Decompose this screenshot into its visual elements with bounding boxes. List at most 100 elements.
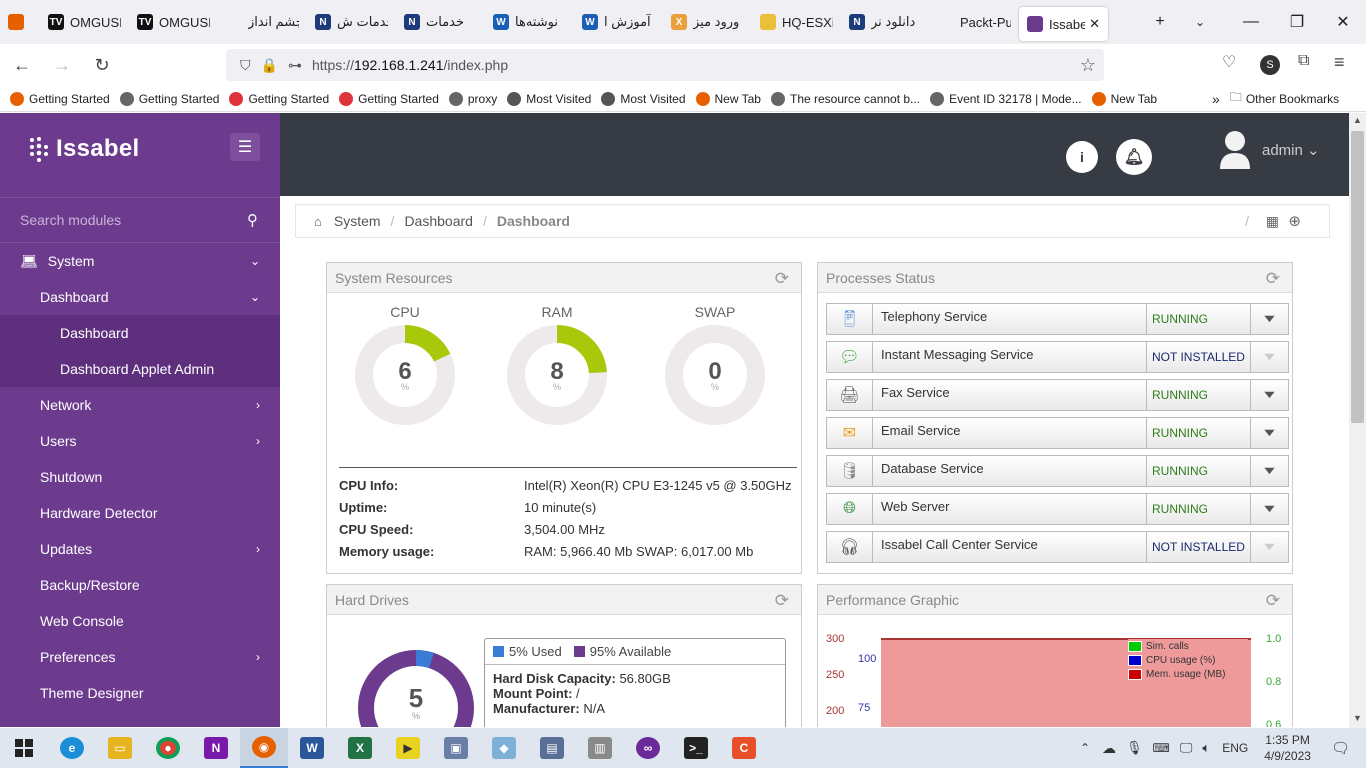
browser-tab[interactable]: X ورود میز <box>663 0 752 44</box>
bookmark-item[interactable]: Most Visited <box>507 91 591 106</box>
notifications-button[interactable]: 🔔︎ <box>1116 139 1152 175</box>
clock[interactable]: 1:35 PM 4/9/2023 <box>1264 732 1311 764</box>
minimize-button[interactable]: — <box>1228 0 1274 44</box>
sidebar-item-network[interactable]: Network › <box>0 387 280 423</box>
browser-tab[interactable]: W نوشته‌ها <box>485 0 574 44</box>
onenote-taskbar-icon[interactable]: N <box>192 728 240 768</box>
microphone-icon[interactable]: 🎙︎ <box>1126 740 1143 756</box>
refresh-icon[interactable]: ⟳ <box>775 591 789 611</box>
bookmark-item[interactable]: New Tab <box>695 91 761 106</box>
page-scrollbar[interactable]: ▲ ▼ <box>1349 113 1366 728</box>
bookmark-item[interactable]: Getting Started <box>229 91 329 106</box>
firefox-taskbar-icon[interactable]: ◉ <box>240 728 288 768</box>
home-icon[interactable]: ⌂ <box>314 214 322 229</box>
search-modules-input[interactable]: Search modules ⚲ <box>0 197 280 243</box>
start-button[interactable] <box>0 728 48 768</box>
scroll-down-icon[interactable]: ▼ <box>1353 713 1362 723</box>
chrome-taskbar-icon[interactable]: ● <box>144 728 192 768</box>
vm-console-taskbar-icon[interactable]: ▥ <box>576 728 624 768</box>
refresh-icon[interactable]: ⟳ <box>1266 591 1280 611</box>
browser-tab[interactable]: N دانلود نر <box>841 0 930 44</box>
process-action-dropdown[interactable]: ▼ <box>1251 503 1288 515</box>
browser-tab[interactable]: HQ-ESXi <box>752 0 841 44</box>
bookmark-item[interactable]: Getting Started <box>119 91 219 106</box>
breadcrumb-item[interactable]: Dashboard <box>404 213 473 229</box>
tab-list-chevron-icon[interactable]: ⌄ <box>1180 0 1220 44</box>
close-tab-icon[interactable]: ✕ <box>1089 16 1100 32</box>
sidebar-item-dashboard[interactable]: Dashboard ⌄ <box>0 279 280 315</box>
bookmark-item[interactable]: Event ID 32178 | Mode... <box>930 91 1082 106</box>
reload-button[interactable]: ↻ <box>84 47 120 83</box>
app-c-taskbar-icon[interactable]: C <box>720 728 768 768</box>
sidebar-item-preferences[interactable]: Preferences › <box>0 639 280 675</box>
notification-center-icon[interactable]: 🗨 <box>1331 739 1350 757</box>
bookmark-item[interactable]: Getting Started <box>10 91 110 106</box>
sidebar-item-shutdown[interactable]: Shutdown <box>0 459 280 495</box>
terminal-taskbar-icon[interactable]: >_ <box>672 728 720 768</box>
profile-avatar[interactable]: S <box>1260 55 1280 75</box>
browser-tab[interactable]: TV OMGUSI <box>40 0 129 44</box>
player-taskbar-icon[interactable]: ▶ <box>384 728 432 768</box>
excel-taskbar-icon[interactable]: X <box>336 728 384 768</box>
input-method-icon[interactable]: ⌨ <box>1153 741 1170 755</box>
sidebar-item-theme-designer[interactable]: Theme Designer <box>0 675 280 711</box>
refresh-icon[interactable]: ⟳ <box>1266 269 1280 289</box>
sidebar-item-backup-restore[interactable]: Backup/Restore <box>0 567 280 603</box>
browser-tab[interactable]: گروه چشم انداز <box>218 0 307 44</box>
user-menu[interactable]: admin ⌄ <box>1262 141 1320 159</box>
sidebar-item-dashboard-applet-admin[interactable]: Dashboard Applet Admin <box>0 351 280 387</box>
help-lifebuoy-icon[interactable]: ⊕ <box>1288 212 1301 230</box>
edge-taskbar-icon[interactable]: e <box>48 728 96 768</box>
file-explorer-taskbar-icon[interactable]: ▭ <box>96 728 144 768</box>
url-bar[interactable]: ⛉ 🔒 ⊶ https://192.168.1.241/index.php ☆ <box>226 49 1104 81</box>
back-button[interactable]: ← <box>4 47 40 83</box>
network-tool-taskbar-icon[interactable]: ▣ <box>432 728 480 768</box>
process-action-dropdown[interactable]: ▼ <box>1251 313 1288 325</box>
pocket-icon[interactable]: ♡ <box>1222 52 1236 72</box>
sidebar-item-system[interactable]: 💻︎ System ⌄ <box>0 243 280 279</box>
breadcrumb-item[interactable]: System <box>334 213 381 229</box>
remote-desktop-taskbar-icon[interactable]: ▤ <box>528 728 576 768</box>
sidebar-item-dashboard[interactable]: Dashboard <box>0 315 280 351</box>
cloud-icon[interactable]: ☁ <box>1102 740 1116 757</box>
scrollbar-thumb[interactable] <box>1351 131 1364 423</box>
browser-tab[interactable] <box>0 0 40 44</box>
bookmark-item[interactable]: Getting Started <box>339 91 439 106</box>
sidebar-item-web-console[interactable]: Web Console <box>0 603 280 639</box>
forward-button[interactable]: → <box>44 47 80 83</box>
language-indicator[interactable]: ENG <box>1222 741 1248 755</box>
browser-tab[interactable]: W آموزش ا <box>574 0 663 44</box>
bookmark-item[interactable]: New Tab <box>1091 91 1157 106</box>
scroll-up-icon[interactable]: ▲ <box>1353 115 1362 125</box>
bookmark-item[interactable]: The resource cannot b... <box>770 91 920 106</box>
bookmark-item[interactable]: Most Visited <box>601 91 686 106</box>
process-action-dropdown[interactable]: ▼ <box>1251 465 1288 477</box>
applet-admin-icon[interactable]: ▦ <box>1266 213 1279 230</box>
mask-app-taskbar-icon[interactable]: ∞ <box>624 728 672 768</box>
process-action-dropdown[interactable]: ▼ <box>1251 427 1288 439</box>
bookmark-star-icon[interactable]: ☆ <box>1080 55 1096 76</box>
search-icon[interactable]: ⚲ <box>247 211 258 229</box>
user-avatar[interactable] <box>1218 129 1252 169</box>
info-button[interactable]: i <box>1066 141 1098 173</box>
sidebar-item-updates[interactable]: Updates › <box>0 531 280 567</box>
extensions-icon[interactable]: ⧉ <box>1298 52 1309 70</box>
notes-taskbar-icon[interactable]: ◆ <box>480 728 528 768</box>
tray-chevron-up-icon[interactable]: ⌃ <box>1080 741 1090 755</box>
sidebar-item-users[interactable]: Users › <box>0 423 280 459</box>
bookmark-item[interactable]: proxy <box>448 91 497 106</box>
close-window-button[interactable]: ✕ <box>1320 0 1366 44</box>
sidebar-toggle-button[interactable]: ☰ <box>230 133 260 161</box>
volume-icon[interactable]: 🔈︎ <box>1202 740 1210 756</box>
network-tray-icon[interactable]: 🖵 <box>1180 740 1193 756</box>
restore-button[interactable]: ❐ <box>1274 0 1320 44</box>
sidebar-item-hardware-detector[interactable]: Hardware Detector <box>0 495 280 531</box>
more-bookmarks-icon[interactable]: » <box>1212 91 1220 107</box>
other-bookmarks[interactable]: Other Bookmarks <box>1246 92 1339 106</box>
process-action-dropdown[interactable]: ▼ <box>1251 541 1288 553</box>
browser-tab[interactable]: TV OMGUSI <box>129 0 218 44</box>
new-tab-button[interactable]: + <box>1140 0 1180 44</box>
browser-tab[interactable]: N خدمات ش <box>307 0 396 44</box>
process-action-dropdown[interactable]: ▼ <box>1251 389 1288 401</box>
refresh-icon[interactable]: ⟳ <box>775 269 789 289</box>
